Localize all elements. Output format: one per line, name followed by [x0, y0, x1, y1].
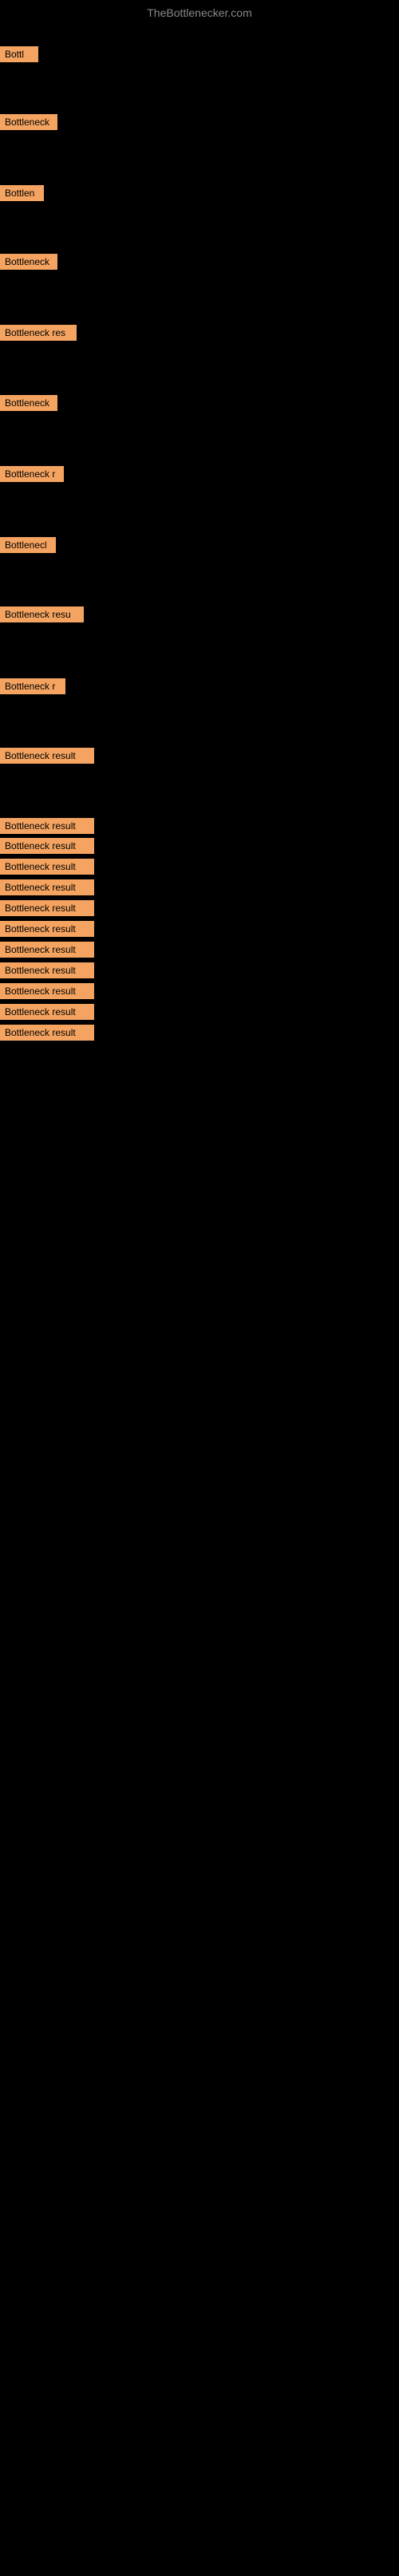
bottleneck-item: Bottleneck result [0, 1025, 94, 1041]
bottleneck-item: Bottleneck result [0, 942, 94, 958]
bottleneck-item: Bottleneck result [0, 748, 94, 764]
bottleneck-item: Bottlen [0, 185, 44, 201]
bottleneck-item: Bottleneck result [0, 921, 94, 937]
bottleneck-item: Bottleneck [0, 114, 57, 130]
bottleneck-item: Bottleneck resu [0, 606, 84, 622]
bottleneck-item: Bottleneck [0, 254, 57, 270]
bottleneck-item: Bottleneck res [0, 325, 77, 341]
bottleneck-item: Bottl [0, 46, 38, 62]
bottleneck-item: Bottleneck r [0, 678, 65, 694]
bottleneck-item: Bottleneck result [0, 983, 94, 999]
bottleneck-item: Bottleneck result [0, 859, 94, 875]
bottleneck-item: Bottlenecl [0, 537, 56, 553]
bottleneck-item: Bottleneck [0, 395, 57, 411]
bottleneck-item: Bottleneck result [0, 879, 94, 895]
bottleneck-item: Bottleneck result [0, 818, 94, 834]
bottleneck-item: Bottleneck r [0, 466, 64, 482]
bottleneck-item: Bottleneck result [0, 1004, 94, 1020]
bottleneck-item: Bottleneck result [0, 900, 94, 916]
bottleneck-item: Bottleneck result [0, 962, 94, 978]
bottleneck-item: Bottleneck result [0, 838, 94, 854]
site-title: TheBottlenecker.com [0, 0, 399, 22]
